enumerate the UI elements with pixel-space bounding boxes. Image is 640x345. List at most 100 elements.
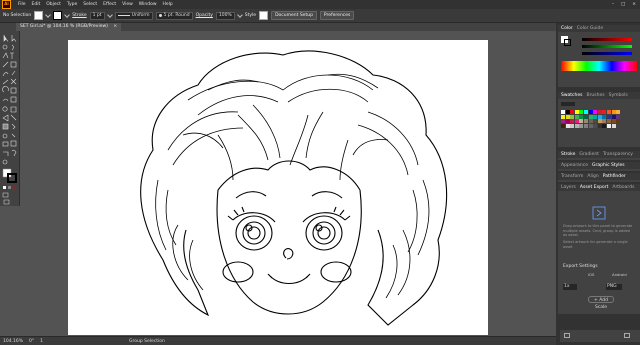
chevron-down-icon[interactable] [45,11,52,18]
menu-effect[interactable]: Effect [103,2,116,7]
menu-object[interactable]: Object [46,2,61,7]
color-stroke-swatch[interactable] [564,39,571,46]
tab-stroke[interactable]: Stroke [561,152,575,157]
menu-file[interactable]: File [18,2,26,7]
color-swatch[interactable] [565,123,570,128]
color-swatch[interactable] [616,114,621,119]
document-tab[interactable]: SET Girl.ai* @ 104.16 % (RGB/Preview) × [16,23,122,31]
green-slider[interactable] [582,45,632,48]
color-swatch[interactable] [561,123,565,128]
export-icon[interactable] [624,333,630,338]
color-swatch[interactable] [616,110,621,114]
color-swatch[interactable] [597,110,602,114]
red-slider[interactable] [582,38,632,41]
menu-view[interactable]: View [122,2,133,7]
color-swatch[interactable] [602,110,607,114]
color-swatch[interactable] [593,110,598,114]
tab-color-guide[interactable]: Color Guide [577,26,603,31]
tab-transparency[interactable]: Transparency [603,152,633,157]
color-swatch[interactable] [588,114,593,119]
color-swatch[interactable] [602,123,607,128]
girl-illustration[interactable] [68,40,488,335]
color-swatch[interactable] [611,114,616,119]
minimize-icon[interactable]: – [612,2,614,7]
color-swatch[interactable] [606,110,611,114]
menu-select[interactable]: Select [83,2,97,7]
color-swatch[interactable] [593,114,598,119]
tab-transform[interactable]: Transform [561,174,583,179]
color-swatch[interactable] [561,110,565,114]
color-swatch[interactable] [606,114,611,119]
color-swatch[interactable] [588,123,593,128]
format-field[interactable]: PNG [606,284,622,290]
color-swatch[interactable] [597,119,602,124]
color-swatch[interactable] [602,119,607,124]
menu-edit[interactable]: Edit [32,2,41,7]
rotation-angle[interactable]: 0° [29,339,34,344]
tab-color[interactable]: Color [561,26,573,31]
color-swatch[interactable] [565,119,570,124]
chevron-down-icon[interactable] [106,11,113,18]
tab-gradient[interactable]: Gradient [579,152,599,157]
menu-window[interactable]: Window [139,2,157,7]
tab-pathfinder[interactable]: Pathfinder [603,174,626,179]
zoom-level[interactable]: 104.16% [3,339,23,344]
stroke-swatch[interactable] [53,11,63,20]
tab-appearance[interactable]: Appearance [561,163,588,168]
opacity-label[interactable]: Opacity [196,13,213,18]
tab-symbols[interactable]: Symbols [609,93,628,98]
tab-graphic-styles[interactable]: Graphic Styles [592,163,625,168]
color-swatch[interactable] [570,114,575,119]
color-swatch[interactable] [593,123,598,128]
color-swatch[interactable] [597,114,602,119]
color-swatch[interactable] [561,114,565,119]
color-swatch[interactable] [565,110,570,114]
color-spectrum[interactable] [561,61,637,71]
color-swatch[interactable] [611,119,616,124]
launch-export-icon[interactable] [564,333,570,338]
opacity-field[interactable]: 100% [215,11,235,20]
brush-definition[interactable]: 5 pt. Round [155,11,193,20]
color-swatch[interactable] [574,119,579,124]
artboard-number[interactable]: 1 [40,339,43,344]
fill-swatch[interactable] [34,11,44,20]
tab-align[interactable]: Align [587,174,598,179]
color-swatch[interactable] [611,110,616,114]
color-swatch[interactable] [597,123,602,128]
color-swatch[interactable] [602,114,607,119]
swatch-grid[interactable] [558,108,623,130]
export-settings-label[interactable]: Export Settings [563,264,598,269]
add-scale-button[interactable]: + Add Scale [588,296,614,310]
color-swatch[interactable] [574,114,579,119]
color-swatch[interactable] [561,119,565,124]
color-swatch[interactable] [593,119,598,124]
close-icon[interactable]: × [632,2,636,7]
tab-swatches[interactable]: Swatches [561,93,583,98]
stroke-label[interactable]: Stroke [72,13,86,18]
color-swatch[interactable] [574,123,579,128]
color-swatch[interactable] [579,110,584,114]
variable-width-profile[interactable]: Uniform [114,11,153,20]
color-swatch[interactable] [611,123,616,128]
blue-slider[interactable] [582,52,632,55]
style-swatch[interactable] [259,11,269,20]
maximize-icon[interactable]: □ [621,2,625,7]
tab-layers[interactable]: Layers [561,185,576,190]
color-swatch[interactable] [616,119,621,124]
color-swatch[interactable] [588,119,593,124]
color-swatch[interactable] [588,110,593,114]
tab-artboards[interactable]: Artboards [612,185,634,190]
menu-help[interactable]: Help [163,2,173,7]
tab-brushes[interactable]: Brushes [587,93,605,98]
color-swatch[interactable] [583,110,588,114]
tab-asset-export[interactable]: Asset Export [580,185,608,190]
color-swatch[interactable] [570,119,575,124]
color-swatch[interactable] [579,114,584,119]
ios-option[interactable]: iOS [588,272,594,277]
color-swatch[interactable] [570,123,575,128]
chevron-down-icon[interactable] [236,11,243,18]
document-setup-button[interactable]: Document Setup [271,11,317,20]
swatch-search[interactable] [561,102,575,106]
preferences-button[interactable]: Preferences [319,11,355,20]
menu-type[interactable]: Type [67,2,77,7]
